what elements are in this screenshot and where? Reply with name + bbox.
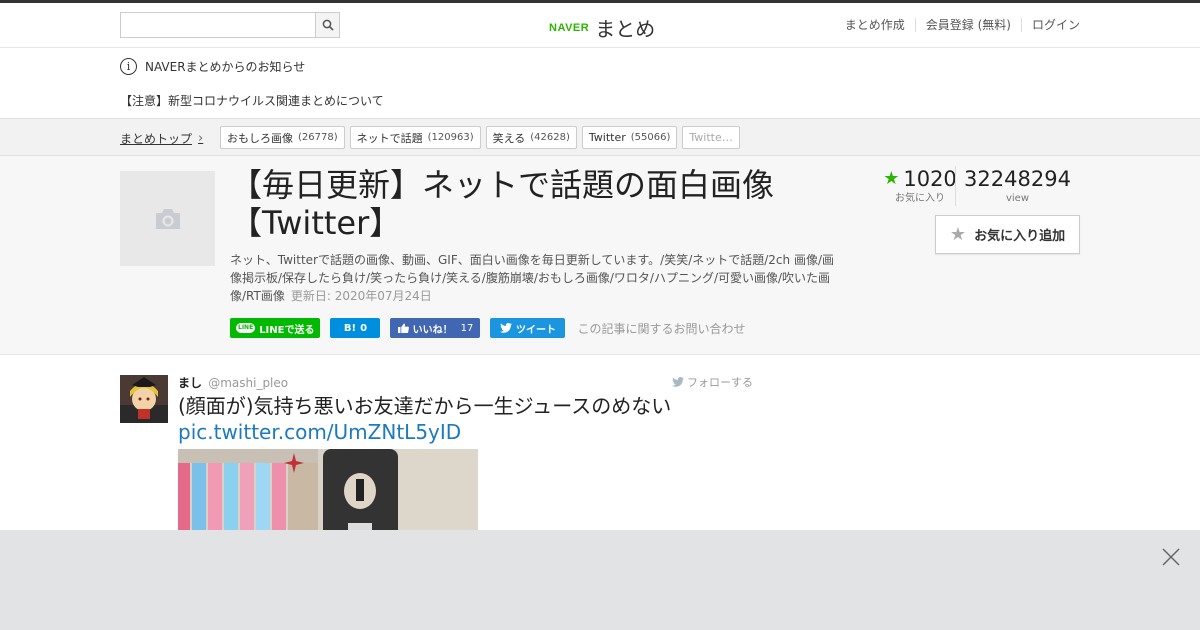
site-header: NAVER まとめ まとめ作成 会員登録 (無料) ログイン xyxy=(0,3,1200,48)
tag-item[interactable]: 笑える (42628) xyxy=(485,126,577,149)
star-icon: ★ xyxy=(883,168,900,189)
header-links: まとめ作成 会員登録 (無料) ログイン xyxy=(835,18,1080,32)
twitter-bird-icon xyxy=(499,323,512,333)
tweet-text: (顔面が)気持ち悪いお友達だから一生ジュースのめない xyxy=(178,394,672,418)
avatar[interactable] xyxy=(120,375,168,423)
tag-count: (42628) xyxy=(530,132,570,143)
article-thumbnail xyxy=(120,171,215,266)
star-outline-icon: ★ xyxy=(949,224,967,245)
logo-matome: まとめ xyxy=(595,17,656,41)
follow-label: フォローする xyxy=(687,376,753,389)
create-matome-link[interactable]: まとめ作成 xyxy=(835,18,915,32)
notice-heading-row: i NAVERまとめからのお知らせ xyxy=(120,58,305,75)
breadcrumb-top[interactable]: まとめトップ › xyxy=(120,130,203,147)
tweet-button[interactable]: ツイート xyxy=(490,318,566,338)
breadcrumb: まとめトップ › おもしろ画像 (26778) ネットで話題 (120963) 笑え… xyxy=(0,119,1200,156)
facebook-like-button[interactable]: いいね！ 17 xyxy=(390,318,481,338)
close-icon[interactable] xyxy=(1160,546,1182,568)
search-box xyxy=(120,12,340,38)
tweet-user[interactable]: まし @mashi_pleo xyxy=(178,374,288,391)
views-count: 32248294 xyxy=(964,167,1071,191)
tweet-image-link[interactable]: pic.twitter.com/UmZNtL5yID xyxy=(178,419,461,445)
tag-item[interactable]: おもしろ画像 (26778) xyxy=(220,126,345,149)
tag-item[interactable]: ネットで話題 (120963) xyxy=(349,126,481,149)
site-logo[interactable]: NAVER まとめ xyxy=(549,13,655,42)
tag-count: (26778) xyxy=(298,132,338,143)
chevron-right-icon: › xyxy=(198,131,204,146)
line-share-button[interactable]: LINE LINEで送る xyxy=(230,318,321,338)
tag-item[interactable]: Twitte… xyxy=(682,126,740,149)
favorites-stat: ★ 1020 お気に入り xyxy=(883,166,957,206)
share-buttons: LINE LINEで送る B! 0 いいね！ 17 ツイート この記事に関するお… xyxy=(230,318,746,338)
register-link[interactable]: 会員登録 (無料) xyxy=(914,18,1021,32)
notice-item-link[interactable]: 【注意】新型コロナウイルス関連まとめについて xyxy=(120,92,384,109)
tweet-user-name: まし xyxy=(178,376,203,390)
login-link[interactable]: ログイン xyxy=(1020,18,1080,32)
hatena-bookmark-button[interactable]: B! 0 xyxy=(330,318,381,338)
tag-item[interactable]: Twitter (55066) xyxy=(581,126,678,149)
line-share-label: LINEで送る xyxy=(259,324,315,336)
favorites-count: 1020 xyxy=(903,167,957,191)
add-favorite-button[interactable]: ★ お気に入り追加 xyxy=(935,215,1080,254)
favorites-label: お気に入り xyxy=(895,193,945,204)
tag-label: おもしろ画像 xyxy=(227,131,293,145)
article-header: 【毎日更新】ネットで話題の面白画像 【Twitter】 ネット、Twitterで… xyxy=(0,156,1200,355)
tweet-label: ツイート xyxy=(515,324,556,336)
search-icon xyxy=(322,19,334,31)
tag-label: Twitte… xyxy=(689,131,733,144)
tag-count: (55066) xyxy=(630,132,671,143)
views-label: view xyxy=(1005,193,1030,204)
page-title-line2: 【Twitter】 xyxy=(230,204,402,242)
notice-heading: NAVERまとめからのお知らせ xyxy=(145,60,306,74)
tag-label: ネットで話題 xyxy=(356,131,423,145)
article-description: ネット、Twitterで話題の画像、動画、GIF、面白い画像を毎日更新しています… xyxy=(230,251,845,305)
info-icon: i xyxy=(120,58,137,75)
embedded-tweet: まし @mashi_pleo フォローする (顔面が)気持ち悪いお友達だから一生… xyxy=(0,355,1200,539)
avatar-image xyxy=(120,375,168,423)
tag-label: Twitter xyxy=(588,131,626,144)
tweet-image[interactable] xyxy=(178,449,478,539)
views-stat: 32248294 view xyxy=(955,166,1079,206)
line-icon: LINE xyxy=(236,323,256,333)
contact-link[interactable]: この記事に関するお問い合わせ xyxy=(577,320,745,337)
notice-area: i NAVERまとめからのお知らせ 【注意】新型コロナウイルス関連まとめについて xyxy=(0,48,1200,119)
hatena-icon: B! xyxy=(343,322,357,334)
article-stats: ★ 1020 お気に入り 32248294 view xyxy=(883,166,1079,206)
facebook-like-count: 17 xyxy=(460,322,474,334)
ad-banner xyxy=(0,530,1200,630)
tweet-user-handle: @mashi_pleo xyxy=(208,376,289,390)
tag-list: おもしろ画像 (26778) ネットで話題 (120963) 笑える (42628) … xyxy=(220,126,740,149)
hatena-count: 0 xyxy=(360,322,368,334)
tag-label: 笑える xyxy=(492,131,526,145)
camera-icon xyxy=(155,208,180,229)
search-input[interactable] xyxy=(121,13,315,37)
facebook-like-label: いいね！ xyxy=(412,324,453,336)
search-button[interactable] xyxy=(315,13,339,37)
thumbs-up-icon xyxy=(397,323,409,333)
tweet-photo xyxy=(178,449,478,539)
follow-button[interactable]: フォローする xyxy=(672,374,753,390)
updated-date: 更新日: 2020年07月24日 xyxy=(290,289,432,303)
page-title-line1: 【毎日更新】ネットで話題の面白画像 xyxy=(230,166,775,204)
twitter-bird-icon xyxy=(672,377,684,387)
add-favorite-label: お気に入り追加 xyxy=(974,229,1066,244)
page-title: 【毎日更新】ネットで話題の面白画像 【Twitter】 xyxy=(230,166,830,242)
tag-count: (120963) xyxy=(427,132,474,143)
breadcrumb-top-label: まとめトップ xyxy=(120,132,193,146)
logo-naver: NAVER xyxy=(549,21,590,34)
